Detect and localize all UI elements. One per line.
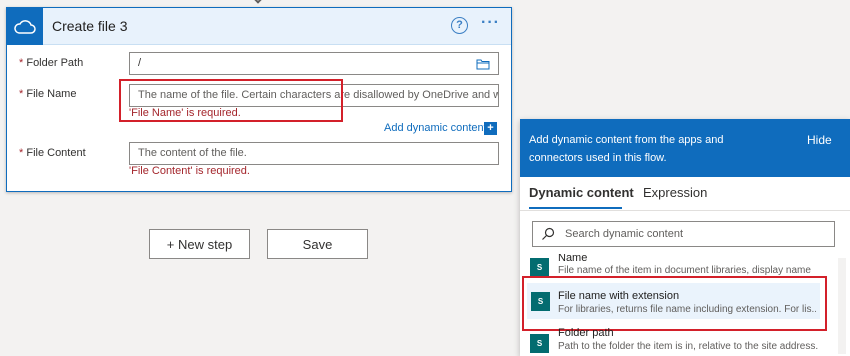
dynamic-panel-header: Add dynamic content from the apps and co…: [520, 119, 850, 177]
folder-path-value: /: [138, 57, 142, 69]
search-icon: [541, 227, 555, 244]
onedrive-cloud-icon: [7, 8, 43, 45]
folder-path-label-text: Folder Path: [26, 57, 84, 69]
file-content-input[interactable]: The content of the file.: [129, 142, 499, 165]
file-content-label: * File Content: [19, 147, 86, 159]
search-placeholder: Search dynamic content: [565, 228, 684, 240]
folder-path-input[interactable]: /: [129, 52, 499, 75]
file-name-with-extension-highlight-box: [522, 276, 827, 331]
file-content-placeholder: The content of the file.: [138, 147, 247, 159]
new-step-button[interactable]: + New step: [149, 229, 250, 259]
file-name-label-text: File Name: [26, 88, 77, 100]
required-star: *: [19, 57, 24, 69]
create-file-card: Create file 3 ? ··· * Folder Path / * Fi…: [6, 7, 512, 192]
file-name-label: * File Name: [19, 88, 76, 100]
help-icon[interactable]: ?: [451, 17, 468, 34]
tab-expression[interactable]: Expression: [643, 185, 707, 200]
search-input[interactable]: Search dynamic content: [532, 221, 835, 247]
dynamic-panel-description: Add dynamic content from the apps and co…: [529, 134, 724, 164]
file-content-error: 'File Content' is required.: [129, 165, 250, 177]
tab-divider: [520, 210, 850, 211]
add-dynamic-content-link[interactable]: Add dynamic content: [384, 122, 487, 134]
add-dynamic-content-button[interactable]: +: [484, 122, 497, 135]
sharepoint-icon: S: [530, 258, 549, 277]
more-options-icon[interactable]: ···: [481, 14, 500, 32]
item-desc: Path to the folder the item is in, relat…: [558, 341, 819, 352]
flow-connector-arrow: [252, 0, 264, 4]
dynamic-item-folder-path[interactable]: S Folder path Path to the folder the ite…: [522, 325, 827, 356]
required-star: *: [19, 88, 24, 100]
item-desc: File name of the item in document librar…: [558, 265, 811, 276]
active-tab-underline: [529, 207, 622, 209]
file-content-label-text: File Content: [26, 147, 86, 159]
save-button[interactable]: Save: [267, 229, 368, 259]
dynamic-item-name[interactable]: S Name File name of the item in document…: [522, 254, 827, 278]
folder-path-label: * Folder Path: [19, 57, 83, 69]
tab-dynamic-content[interactable]: Dynamic content: [529, 185, 634, 200]
item-title: Folder path: [558, 327, 614, 339]
folder-browse-icon[interactable]: [476, 57, 490, 70]
card-header[interactable]: Create file 3 ? ···: [7, 8, 511, 45]
item-title: Name: [558, 254, 588, 264]
required-star: *: [19, 147, 24, 159]
card-title: Create file 3: [52, 18, 128, 34]
panel-scrollbar[interactable]: [838, 258, 846, 354]
sharepoint-icon: S: [530, 334, 549, 353]
file-name-highlight-box: [119, 79, 343, 122]
hide-panel-link[interactable]: Hide: [807, 133, 832, 147]
